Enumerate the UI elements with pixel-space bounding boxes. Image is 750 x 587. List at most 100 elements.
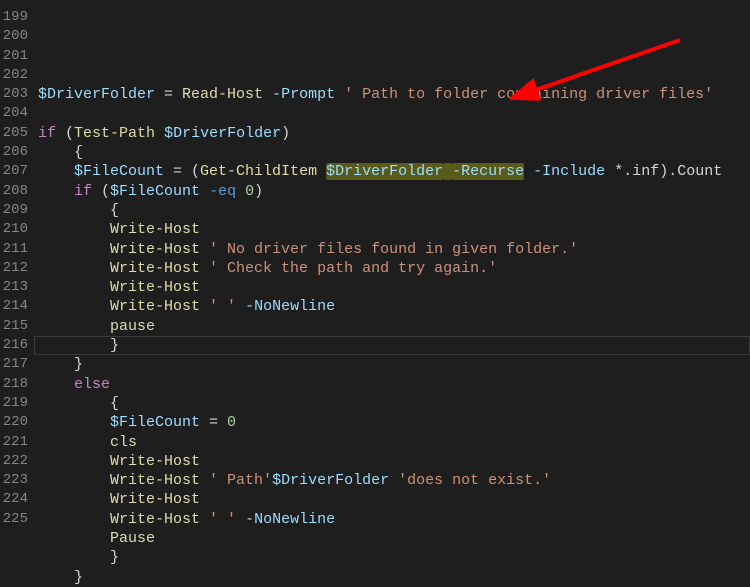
token-param: -Prompt: [272, 86, 335, 103]
token-cmd: Pause: [110, 530, 155, 547]
token-punc: [38, 279, 110, 296]
token-var: $FileCount: [110, 414, 200, 431]
code-line[interactable]: Write-Host ' No driver files found in gi…: [38, 240, 750, 259]
code-line[interactable]: if ($FileCount -eq 0): [38, 182, 750, 201]
token-punc: [38, 183, 74, 200]
token-punc: [38, 221, 110, 238]
code-line[interactable]: else: [38, 375, 750, 394]
token-punc: =: [200, 414, 227, 431]
line-number: 205: [0, 124, 28, 143]
token-cmd: Write-Host: [110, 453, 200, 470]
code-line[interactable]: cls: [38, 433, 750, 452]
token-punc: [38, 434, 110, 451]
code-line[interactable]: Write-Host ' ' -NoNewline: [38, 297, 750, 316]
token-punc: }: [38, 337, 119, 354]
code-area[interactable]: $DriverFolder = Read-Host -Prompt ' Path…: [34, 0, 750, 534]
token-punc: [335, 86, 344, 103]
line-number: 219: [0, 394, 28, 413]
code-line[interactable]: $FileCount = (Get-ChildItem $DriverFolde…: [38, 162, 750, 181]
token-punc: [38, 491, 110, 508]
token-punc: [236, 511, 245, 528]
line-number: 225: [0, 510, 28, 529]
token-punc: [200, 298, 209, 315]
token-str: ' Check the path and try again.': [209, 260, 497, 277]
line-number: 220: [0, 413, 28, 432]
code-line[interactable]: }: [38, 548, 750, 567]
code-line[interactable]: pause: [38, 317, 750, 336]
token-punc: [38, 298, 110, 315]
token-punc: [38, 453, 110, 470]
token-cmd: Write-Host: [110, 260, 200, 277]
line-number: 201: [0, 47, 28, 66]
code-line[interactable]: Write-Host ' Path'$DriverFolder 'does no…: [38, 471, 750, 490]
token-punc: {: [38, 202, 119, 219]
token-punc: [524, 163, 533, 180]
line-number: 208: [0, 182, 28, 201]
token-param: -Include: [533, 163, 605, 180]
token-punc: [236, 183, 245, 200]
token-punc: }: [38, 569, 83, 586]
token-punc: }: [38, 549, 119, 566]
token-cmd: Write-Host: [110, 298, 200, 315]
token-punc: (: [56, 125, 74, 142]
line-number: 218: [0, 375, 28, 394]
token-punc: [200, 183, 209, 200]
code-editor[interactable]: 1992002012022032042052062072082092102112…: [0, 0, 750, 534]
code-line[interactable]: Write-Host: [38, 490, 750, 509]
code-line[interactable]: if (Test-Path $DriverFolder): [38, 124, 750, 143]
token-punc: =: [155, 86, 182, 103]
code-line[interactable]: Write-Host: [38, 452, 750, 471]
token-cmd: Write-Host: [110, 511, 200, 528]
code-line[interactable]: [38, 66, 750, 85]
token-var: $DriverFolder: [38, 86, 155, 103]
line-number: 213: [0, 278, 28, 297]
code-line[interactable]: $FileCount = 0: [38, 413, 750, 432]
token-cmd: pause: [110, 318, 155, 335]
line-number: 210: [0, 220, 28, 239]
code-line[interactable]: Write-Host ' Check the path and try agai…: [38, 259, 750, 278]
line-number: 214: [0, 297, 28, 316]
token-kw: if: [74, 183, 92, 200]
token-punc: [263, 86, 272, 103]
code-line[interactable]: Write-Host: [38, 220, 750, 239]
token-cmd: Write-Host: [110, 241, 200, 258]
token-kw: if: [38, 125, 56, 142]
code-line[interactable]: }: [38, 355, 750, 374]
code-line[interactable]: $DriverFolder = Read-Host -Prompt ' Path…: [38, 85, 750, 104]
token-punc: [38, 260, 110, 277]
code-line[interactable]: Write-Host ' ' -NoNewline: [38, 510, 750, 529]
code-line[interactable]: Pause: [38, 529, 750, 548]
token-str: ' ': [209, 511, 236, 528]
line-number: 204: [0, 104, 28, 123]
token-punc: [155, 125, 164, 142]
code-line[interactable]: [38, 104, 750, 123]
token-punc: [200, 472, 209, 489]
token-var: $FileCount: [110, 183, 200, 200]
token-kw: else: [74, 376, 110, 393]
code-line[interactable]: Write-Host: [38, 278, 750, 297]
code-line[interactable]: }: [38, 568, 750, 587]
token-punc: {: [38, 395, 119, 412]
token-cmd: Read-Host: [182, 86, 263, 103]
code-line[interactable]: {: [38, 143, 750, 162]
token-paramblue: -eq: [209, 183, 236, 200]
line-number: 212: [0, 259, 28, 278]
token-punc: ): [254, 183, 263, 200]
line-number: 203: [0, 85, 28, 104]
token-cmd: Write-Host: [110, 221, 200, 238]
token-punc: [200, 260, 209, 277]
token-var: $FileCount: [74, 163, 164, 180]
token-cmd: Get-ChildItem: [200, 163, 317, 180]
line-number: 223: [0, 471, 28, 490]
token-str: ' Path to folder containing driver files…: [344, 86, 713, 103]
token-punc: [38, 376, 74, 393]
code-line[interactable]: {: [38, 394, 750, 413]
code-line[interactable]: {: [38, 201, 750, 220]
line-number: 217: [0, 355, 28, 374]
token-str: ' No driver files found in given folder.…: [209, 241, 578, 258]
code-line[interactable]: }: [38, 336, 750, 355]
line-number: 216: [0, 336, 28, 355]
token-punc: [38, 163, 74, 180]
token-cmd: Write-Host: [110, 491, 200, 508]
token-cmd: Write-Host: [110, 279, 200, 296]
